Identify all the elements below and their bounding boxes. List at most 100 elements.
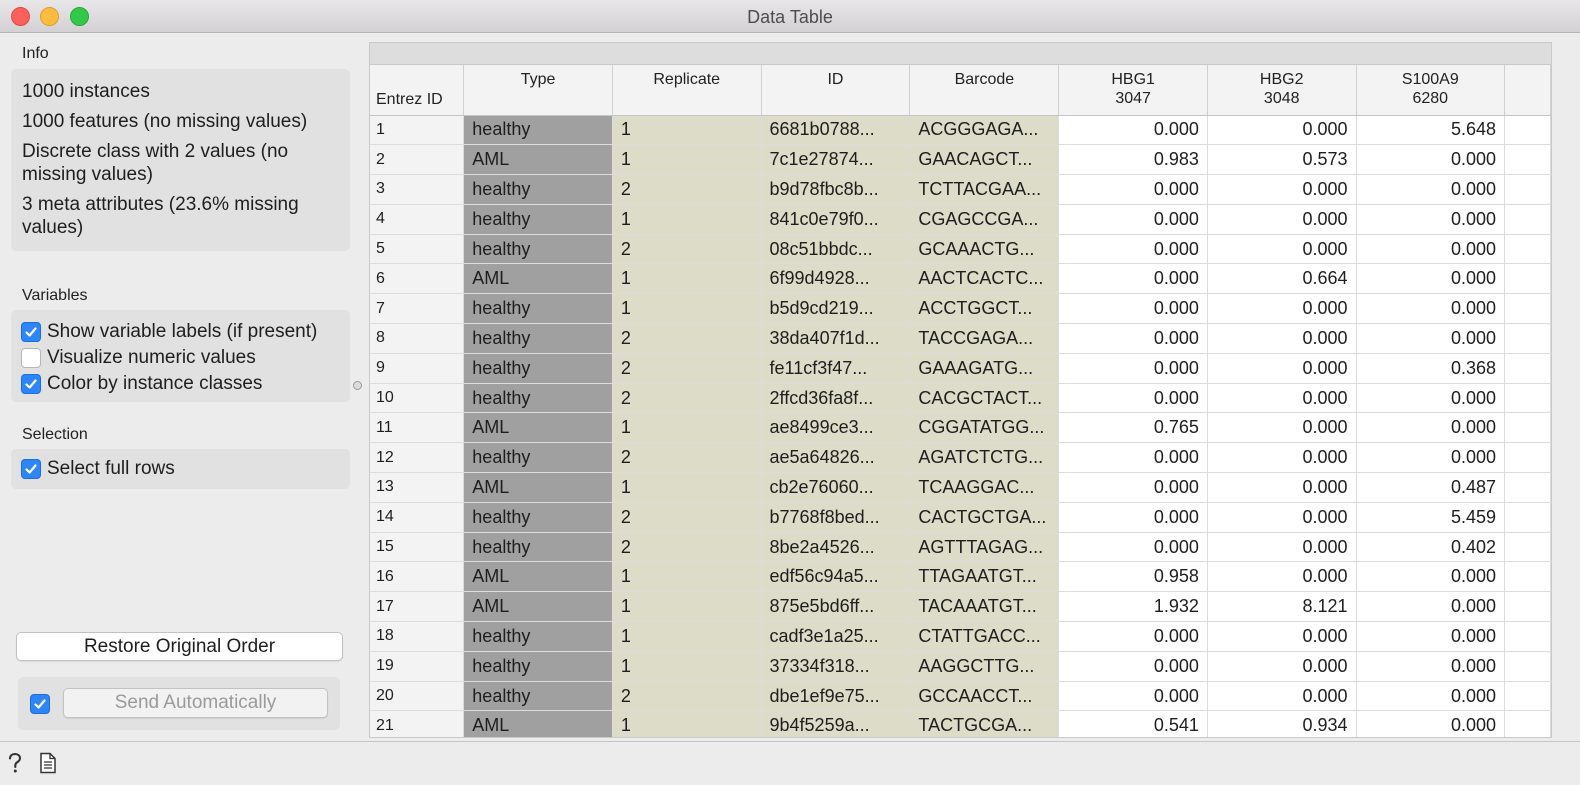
column-header-more[interactable]	[1504, 65, 1551, 116]
replicate-cell[interactable]: 2	[612, 681, 762, 712]
hbg1-cell[interactable]: 0.000	[1058, 263, 1208, 295]
barcode-cell[interactable]: ACCTGGCT...	[909, 293, 1060, 325]
row-header[interactable]: 13	[370, 472, 465, 503]
barcode-cell[interactable]: AAGGCTTG...	[909, 651, 1060, 682]
empty-cell[interactable]	[1504, 472, 1551, 503]
row-header[interactable]: 16	[370, 561, 465, 593]
hbg2-cell[interactable]: 0.000	[1207, 323, 1357, 354]
type-cell[interactable]: AML	[463, 412, 613, 444]
type-cell[interactable]: AML	[463, 144, 613, 176]
replicate-cell[interactable]: 1	[612, 412, 762, 444]
barcode-cell[interactable]: ACGGGAGA...	[909, 115, 1060, 146]
s100a9-cell[interactable]: 0.000	[1356, 293, 1506, 325]
s100a9-cell[interactable]: 0.000	[1356, 144, 1506, 176]
show-variable-labels-option[interactable]: Show variable labels (if present)	[21, 319, 340, 345]
replicate-cell[interactable]: 2	[612, 442, 762, 474]
empty-cell[interactable]	[1504, 204, 1551, 235]
s100a9-cell[interactable]: 0.000	[1356, 204, 1506, 235]
row-header[interactable]: 6	[370, 263, 465, 295]
barcode-cell[interactable]: AGTTTAGAG...	[909, 532, 1060, 563]
table-row[interactable]: 19 healthy 1 37334f318... AAGGCTTG... 0.000 0.…	[370, 651, 1551, 682]
row-header[interactable]: 7	[370, 293, 465, 325]
hbg1-cell[interactable]: 0.000	[1058, 115, 1208, 146]
hbg2-cell[interactable]: 0.000	[1207, 204, 1357, 235]
barcode-cell[interactable]: TACTGCGA...	[909, 710, 1060, 737]
type-cell[interactable]: healthy	[463, 383, 613, 414]
row-header[interactable]: 2	[370, 144, 465, 176]
type-cell[interactable]: healthy	[463, 115, 613, 146]
empty-cell[interactable]	[1504, 144, 1551, 176]
barcode-cell[interactable]: TACCGAGA...	[909, 323, 1060, 354]
row-header[interactable]: 11	[370, 412, 465, 444]
id-cell[interactable]: 08c51bbdc...	[761, 234, 911, 265]
id-cell[interactable]: 6f99d4928...	[761, 263, 911, 295]
hbg2-cell[interactable]: 0.000	[1207, 532, 1357, 563]
table-row[interactable]: 9 healthy 2 fe11cf3f47... GAAAGATG... 0.000 0.…	[370, 353, 1551, 384]
report-icon[interactable]	[39, 752, 57, 774]
column-header-id[interactable]: ID	[761, 65, 911, 116]
replicate-cell[interactable]: 1	[612, 621, 762, 652]
hbg1-cell[interactable]: 0.000	[1058, 204, 1208, 235]
color-by-instance-classes-option[interactable]: Color by instance classes	[21, 371, 340, 397]
type-cell[interactable]: healthy	[463, 532, 613, 563]
replicate-cell[interactable]: 1	[612, 591, 762, 623]
select-full-rows-option[interactable]: Select full rows	[21, 456, 340, 482]
replicate-cell[interactable]: 2	[612, 532, 762, 563]
empty-cell[interactable]	[1504, 532, 1551, 563]
empty-cell[interactable]	[1504, 710, 1551, 737]
s100a9-cell[interactable]: 0.000	[1356, 561, 1506, 593]
replicate-cell[interactable]: 1	[612, 115, 762, 146]
hbg1-cell[interactable]: 0.000	[1058, 323, 1208, 354]
hbg2-cell[interactable]: 0.000	[1207, 293, 1357, 325]
id-cell[interactable]: b9d78fbc8b...	[761, 174, 911, 205]
hbg1-cell[interactable]: 0.765	[1058, 412, 1208, 444]
empty-cell[interactable]	[1504, 263, 1551, 295]
barcode-cell[interactable]: CACTGCTGA...	[909, 502, 1060, 533]
help-icon[interactable]	[7, 752, 23, 774]
s100a9-cell[interactable]: 0.402	[1356, 532, 1506, 563]
row-header[interactable]: 1	[370, 115, 465, 146]
column-header-replicate[interactable]: Replicate	[612, 65, 762, 116]
replicate-cell[interactable]: 1	[612, 472, 762, 503]
replicate-cell[interactable]: 1	[612, 144, 762, 176]
empty-cell[interactable]	[1504, 353, 1551, 384]
s100a9-cell[interactable]: 0.000	[1356, 442, 1506, 474]
hbg1-cell[interactable]: 0.000	[1058, 681, 1208, 712]
hbg2-cell[interactable]: 0.000	[1207, 651, 1357, 682]
empty-cell[interactable]	[1504, 651, 1551, 682]
type-cell[interactable]: AML	[463, 472, 613, 503]
column-header-s100a9[interactable]: S100A9 6280	[1356, 65, 1506, 116]
id-cell[interactable]: fe11cf3f47...	[761, 353, 911, 384]
s100a9-cell[interactable]: 0.000	[1356, 621, 1506, 652]
s100a9-cell[interactable]: 0.487	[1356, 472, 1506, 503]
hbg2-cell[interactable]: 0.664	[1207, 263, 1357, 295]
empty-cell[interactable]	[1504, 681, 1551, 712]
column-header-hbg1[interactable]: HBG1 3047	[1058, 65, 1208, 116]
column-header-type[interactable]: Type	[463, 65, 613, 116]
table-row[interactable]: 4 healthy 1 841c0e79f0... CGAGCCGA... 0.000 0.…	[370, 204, 1551, 235]
s100a9-cell[interactable]: 0.000	[1356, 710, 1506, 737]
id-cell[interactable]: 875e5bd6ff...	[761, 591, 911, 623]
hbg2-cell[interactable]: 0.000	[1207, 472, 1357, 503]
replicate-cell[interactable]: 1	[612, 293, 762, 325]
type-cell[interactable]: healthy	[463, 293, 613, 325]
barcode-cell[interactable]: GCAAACTG...	[909, 234, 1060, 265]
barcode-cell[interactable]: CGAGCCGA...	[909, 204, 1060, 235]
type-cell[interactable]: healthy	[463, 174, 613, 205]
id-cell[interactable]: cb2e76060...	[761, 472, 911, 503]
id-cell[interactable]: 6681b0788...	[761, 115, 911, 146]
table-row[interactable]: 10 healthy 2 2ffcd36fa8f... CACGCTACT... 0.00…	[370, 383, 1551, 414]
s100a9-cell[interactable]: 5.648	[1356, 115, 1506, 146]
id-cell[interactable]: 37334f318...	[761, 651, 911, 682]
replicate-cell[interactable]: 1	[612, 561, 762, 593]
hbg1-cell[interactable]: 0.000	[1058, 293, 1208, 325]
id-cell[interactable]: cadf3e1a25...	[761, 621, 911, 652]
row-header[interactable]: 21	[370, 710, 465, 737]
replicate-cell[interactable]: 2	[612, 323, 762, 354]
id-cell[interactable]: 2ffcd36fa8f...	[761, 383, 911, 414]
s100a9-cell[interactable]: 0.000	[1356, 263, 1506, 295]
empty-cell[interactable]	[1504, 293, 1551, 325]
type-cell[interactable]: healthy	[463, 234, 613, 265]
replicate-cell[interactable]: 1	[612, 204, 762, 235]
show-variable-labels-checkbox[interactable]	[21, 322, 41, 342]
